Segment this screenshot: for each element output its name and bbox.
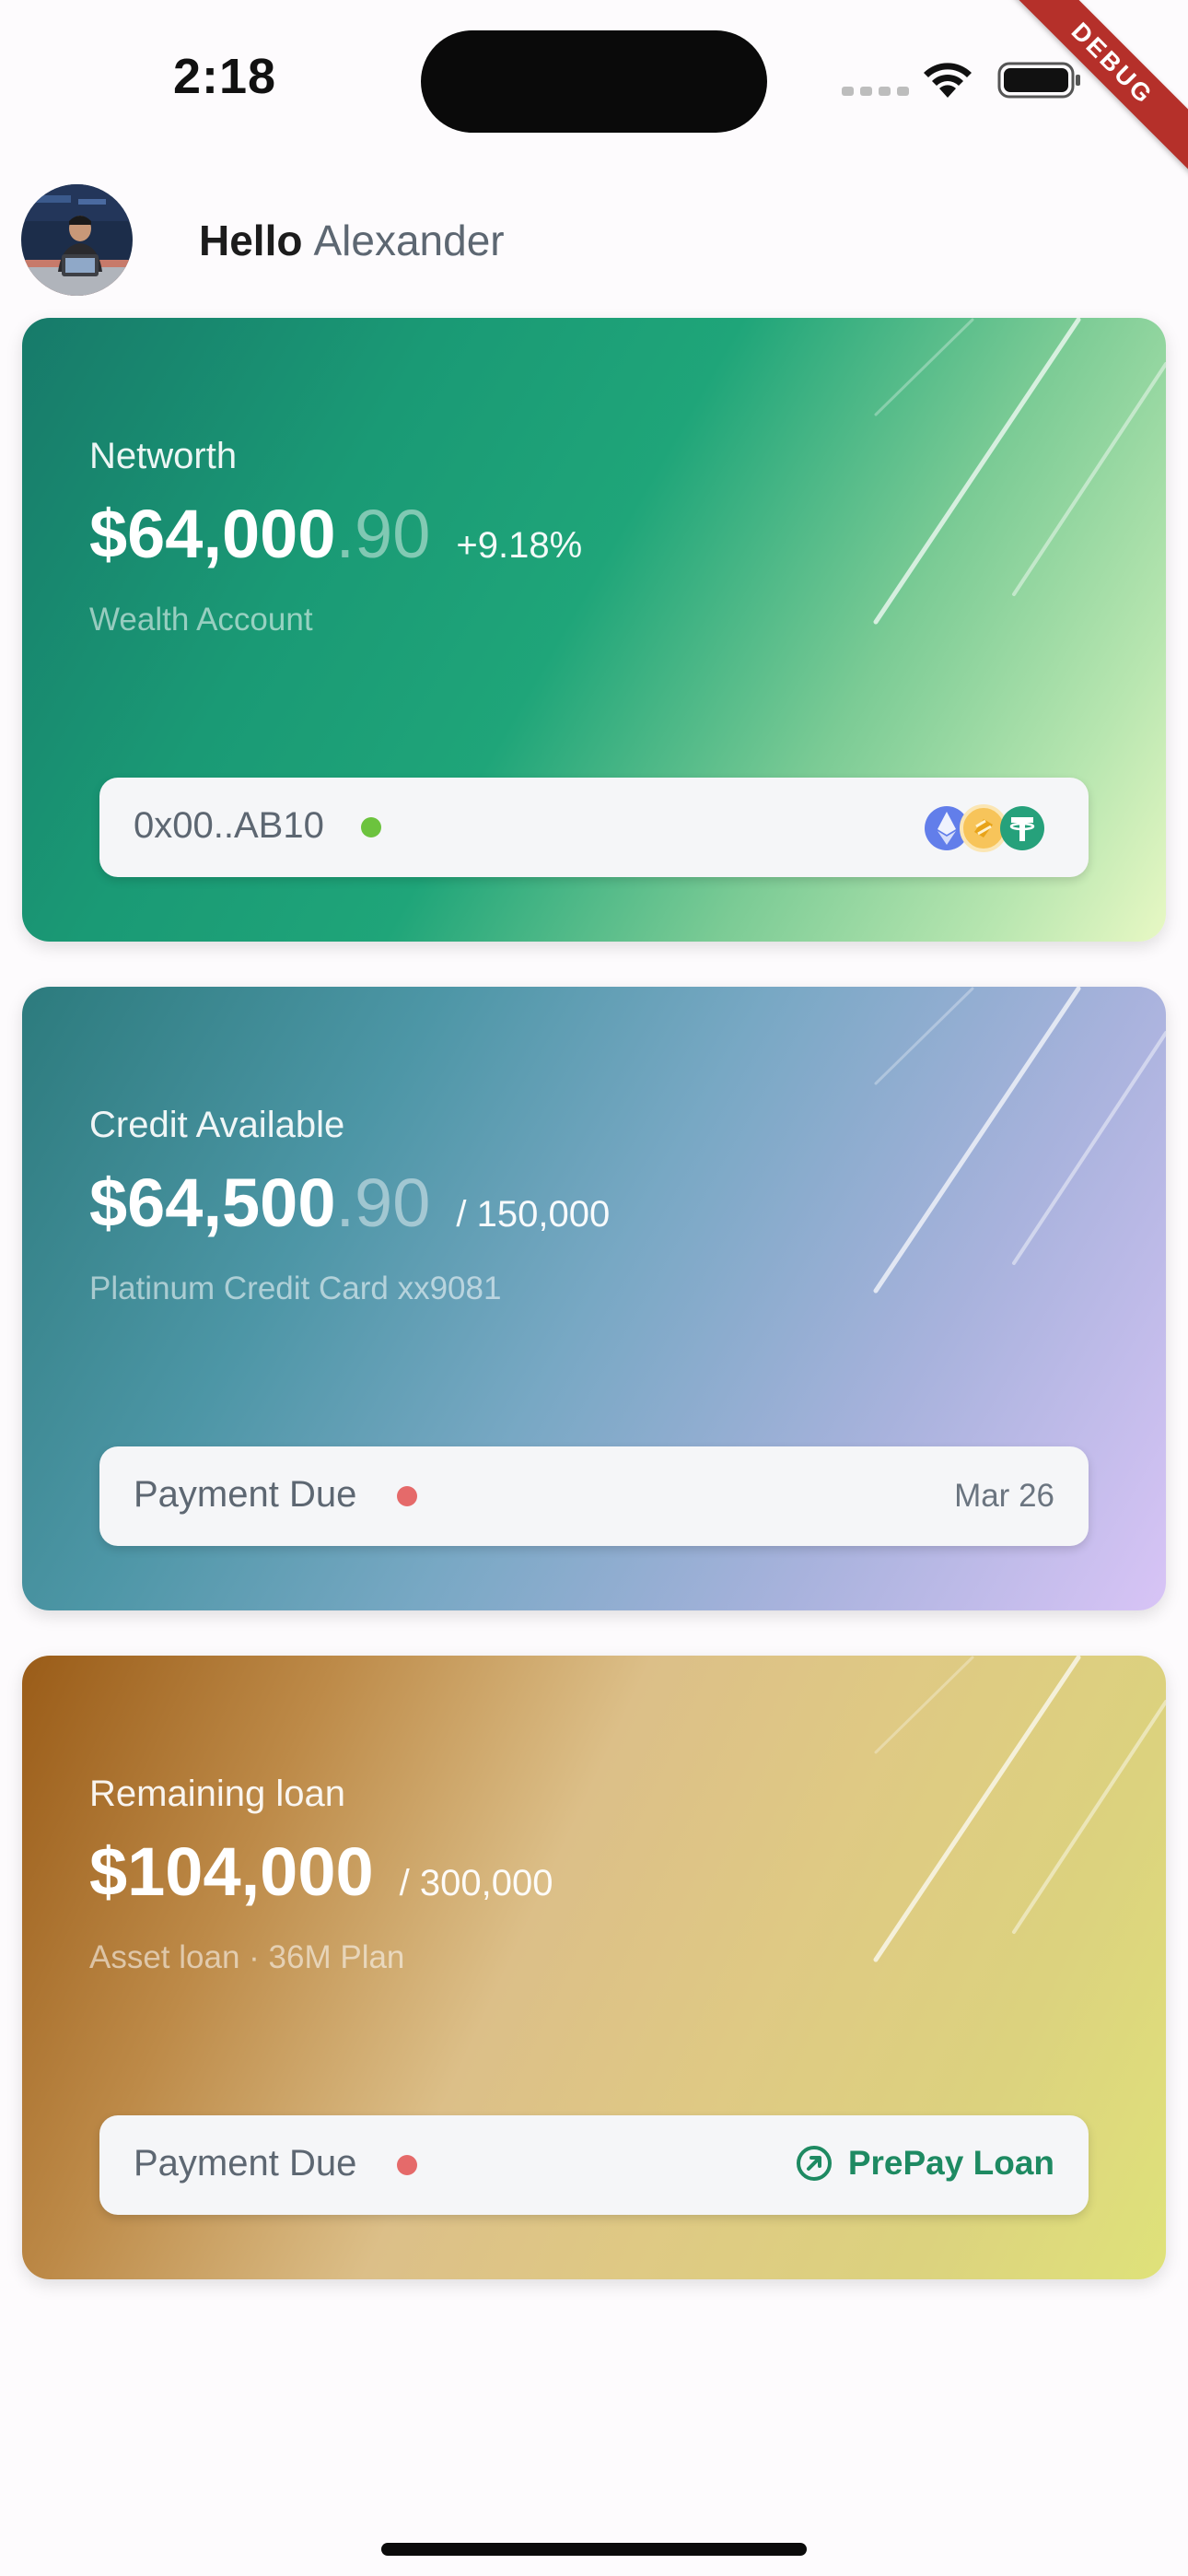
credit-label: Credit Available	[89, 1105, 345, 1145]
networth-amount-cents: .90	[335, 496, 431, 572]
loan-card[interactable]: Remaining loan $104,000 / 300,000 Asset l…	[22, 1656, 1166, 2279]
networth-account-name: Wealth Account	[89, 602, 313, 638]
decorative-streaks	[873, 318, 1166, 625]
networth-label: Networth	[89, 436, 238, 476]
payment-due-dot	[397, 1486, 417, 1506]
decorative-streaks	[873, 1656, 1166, 1962]
user-name: Alexander	[313, 217, 505, 264]
credit-card-name: Platinum Credit Card xx9081	[89, 1270, 502, 1306]
arrow-up-right-circle-icon	[796, 2146, 832, 2181]
credit-limit: / 150,000	[456, 1194, 611, 1235]
credit-payment-due-bar[interactable]: Payment Due Mar 26	[99, 1446, 1089, 1546]
battery-icon	[997, 62, 1080, 99]
loan-plan: Asset loan · 36M Plan	[89, 1939, 405, 1975]
cellular-signal-icon	[842, 87, 909, 96]
networth-card[interactable]: Networth $64,000.90 +9.18% Wealth Account…	[22, 318, 1166, 942]
credit-amount-cents: .90	[335, 1165, 431, 1241]
decorative-streaks	[873, 987, 1166, 1294]
loan-label: Remaining loan	[89, 1774, 345, 1814]
payment-due-dot	[397, 2155, 417, 2175]
home-indicator[interactable]	[381, 2543, 807, 2556]
status-bar: 2:18 DEBUG	[0, 0, 1188, 183]
greeting-hello: Hello	[199, 217, 303, 264]
wallet-status-dot	[361, 817, 381, 837]
avatar[interactable]	[21, 184, 133, 296]
coin-icons	[925, 804, 1044, 852]
networth-amount: $64,000.90 +9.18%	[89, 495, 582, 573]
status-time: 2:18	[173, 49, 277, 104]
loan-amount-main: $104,000	[89, 1833, 374, 1910]
tether-icon	[1000, 806, 1044, 850]
loan-amount: $104,000 / 300,000	[89, 1832, 553, 1911]
loan-payment-due-bar: Payment Due PrePay Loan	[99, 2115, 1089, 2215]
bitcoin-icon	[960, 804, 1007, 852]
payment-due-label: Payment Due	[134, 1474, 357, 1515]
credit-amount-main: $64,500	[89, 1165, 336, 1241]
greeting: Hello Alexander	[199, 216, 505, 265]
networth-change: +9.18%	[456, 525, 583, 566]
networth-amount-main: $64,000	[89, 496, 336, 572]
prepay-loan-label: PrePay Loan	[847, 2144, 1054, 2182]
loan-total: / 300,000	[399, 1863, 553, 1903]
wallet-address: 0x00..AB10	[134, 805, 324, 846]
prepay-loan-button[interactable]: PrePay Loan	[795, 2144, 1054, 2183]
payment-due-label: Payment Due	[134, 2143, 357, 2184]
due-date: Mar 26	[954, 1478, 1054, 1514]
dynamic-island	[421, 30, 767, 133]
wifi-icon	[924, 63, 972, 98]
credit-card[interactable]: Credit Available $64,500.90 / 150,000 Pla…	[22, 987, 1166, 1610]
credit-amount: $64,500.90 / 150,000	[89, 1164, 610, 1242]
wallet-address-bar[interactable]: 0x00..AB10	[99, 778, 1089, 877]
avatar-photo	[21, 184, 133, 296]
